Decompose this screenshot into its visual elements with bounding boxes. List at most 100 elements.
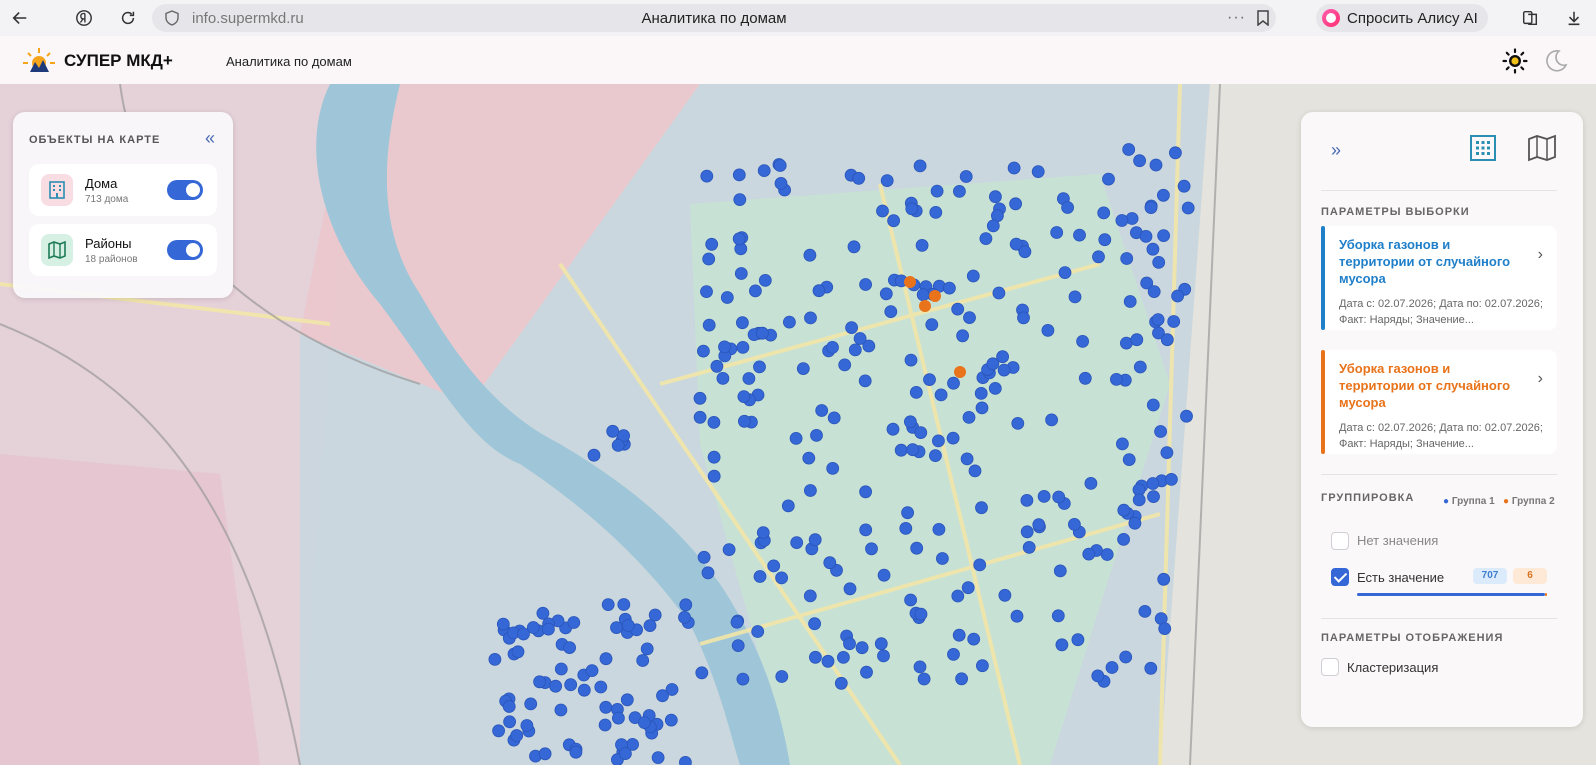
house-marker[interactable] — [585, 664, 599, 677]
house-marker[interactable] — [859, 278, 872, 291]
house-marker[interactable] — [843, 637, 856, 651]
house-marker[interactable] — [1018, 245, 1032, 259]
house-marker[interactable] — [959, 170, 973, 183]
house-marker[interactable] — [929, 290, 941, 302]
house-marker[interactable] — [796, 362, 810, 376]
house-marker[interactable] — [914, 607, 928, 621]
house-marker[interactable] — [847, 240, 861, 254]
brand-name[interactable]: СУПЕР МКД+ — [64, 51, 173, 71]
house-marker[interactable] — [1147, 490, 1160, 504]
house-marker[interactable] — [913, 660, 927, 674]
house-marker[interactable] — [962, 410, 976, 424]
house-marker[interactable] — [976, 659, 989, 673]
house-marker[interactable] — [1078, 371, 1092, 385]
house-marker[interactable] — [909, 385, 923, 399]
house-marker[interactable] — [954, 366, 966, 378]
house-marker[interactable] — [848, 343, 862, 357]
house-marker[interactable] — [838, 358, 852, 372]
house-marker[interactable] — [1146, 477, 1160, 490]
house-marker[interactable] — [1138, 605, 1152, 618]
house-marker[interactable] — [947, 648, 960, 661]
house-marker[interactable] — [734, 267, 748, 280]
house-marker[interactable] — [606, 424, 620, 438]
house-marker[interactable] — [845, 321, 858, 335]
download-icon[interactable] — [1556, 0, 1592, 36]
sample-param-card[interactable]: Уборка газонов и территории от случайног… — [1321, 350, 1557, 454]
house-marker[interactable] — [1167, 315, 1181, 328]
house-marker[interactable] — [932, 522, 946, 536]
map-view-icon[interactable] — [1527, 134, 1557, 162]
house-marker[interactable] — [1116, 437, 1129, 451]
house-marker[interactable] — [736, 672, 750, 686]
house-marker[interactable] — [1157, 188, 1170, 202]
house-marker[interactable] — [887, 214, 900, 228]
house-marker[interactable] — [549, 679, 562, 693]
has-value-checkbox[interactable] — [1331, 568, 1349, 586]
house-marker[interactable] — [1152, 255, 1166, 269]
address-bar[interactable]: info.supermkd.ru Аналитика по домам ··· — [152, 4, 1276, 32]
house-marker[interactable] — [1061, 201, 1074, 214]
house-marker[interactable] — [599, 700, 613, 714]
house-marker[interactable] — [947, 376, 960, 390]
house-marker[interactable] — [812, 284, 826, 298]
house-marker[interactable] — [1097, 206, 1111, 220]
house-marker[interactable] — [975, 401, 989, 415]
house-marker[interactable] — [536, 606, 550, 620]
house-marker[interactable] — [1158, 622, 1172, 635]
house-marker[interactable] — [1122, 143, 1136, 156]
house-marker[interactable] — [1020, 525, 1034, 539]
house-marker[interactable] — [906, 443, 920, 457]
house-marker[interactable] — [619, 747, 632, 760]
house-marker[interactable] — [960, 452, 974, 466]
house-marker[interactable] — [1011, 416, 1025, 430]
house-marker[interactable] — [700, 169, 714, 183]
house-marker[interactable] — [808, 617, 821, 631]
house-marker[interactable] — [904, 415, 917, 429]
house-marker[interactable] — [821, 654, 835, 668]
house-marker[interactable] — [859, 523, 873, 537]
house-marker[interactable] — [904, 353, 918, 367]
house-marker[interactable] — [697, 344, 710, 358]
house-marker[interactable] — [774, 177, 788, 190]
no-value-checkbox[interactable] — [1331, 532, 1349, 550]
house-marker[interactable] — [569, 745, 583, 759]
house-marker[interactable] — [648, 608, 662, 622]
house-marker[interactable] — [503, 715, 517, 729]
house-marker[interactable] — [492, 724, 506, 738]
house-marker[interactable] — [783, 315, 796, 329]
house-marker[interactable] — [695, 666, 709, 680]
house-marker[interactable] — [1117, 532, 1130, 546]
house-marker[interactable] — [533, 675, 546, 689]
house-marker[interactable] — [707, 469, 721, 483]
house-marker[interactable] — [732, 232, 746, 246]
house-marker[interactable] — [901, 506, 914, 520]
house-marker[interactable] — [815, 404, 829, 417]
house-marker[interactable] — [998, 588, 1012, 602]
house-marker[interactable] — [790, 536, 804, 550]
house-marker[interactable] — [1157, 229, 1170, 243]
house-marker[interactable] — [577, 683, 591, 697]
house-marker[interactable] — [953, 185, 966, 198]
house-marker[interactable] — [697, 550, 711, 564]
house-marker[interactable] — [1007, 161, 1021, 175]
house-marker[interactable] — [1146, 242, 1160, 256]
house-marker[interactable] — [1052, 490, 1066, 504]
house-marker[interactable] — [1009, 197, 1022, 211]
house-marker[interactable] — [737, 390, 751, 404]
house-marker[interactable] — [718, 340, 731, 354]
house-marker[interactable] — [733, 193, 747, 206]
house-marker[interactable] — [789, 431, 803, 445]
house-marker[interactable] — [1154, 425, 1167, 438]
house-marker[interactable] — [679, 756, 692, 765]
house-marker[interactable] — [702, 252, 716, 266]
house-marker[interactable] — [914, 426, 928, 440]
house-marker[interactable] — [943, 281, 956, 295]
house-marker[interactable] — [1050, 226, 1064, 239]
house-marker[interactable] — [705, 237, 719, 251]
house-marker[interactable] — [1165, 472, 1178, 486]
house-marker[interactable] — [524, 697, 538, 711]
house-marker[interactable] — [564, 678, 578, 692]
house-marker[interactable] — [1098, 233, 1112, 247]
bookmark-icon[interactable] — [1256, 10, 1270, 26]
house-marker[interactable] — [1149, 158, 1163, 172]
